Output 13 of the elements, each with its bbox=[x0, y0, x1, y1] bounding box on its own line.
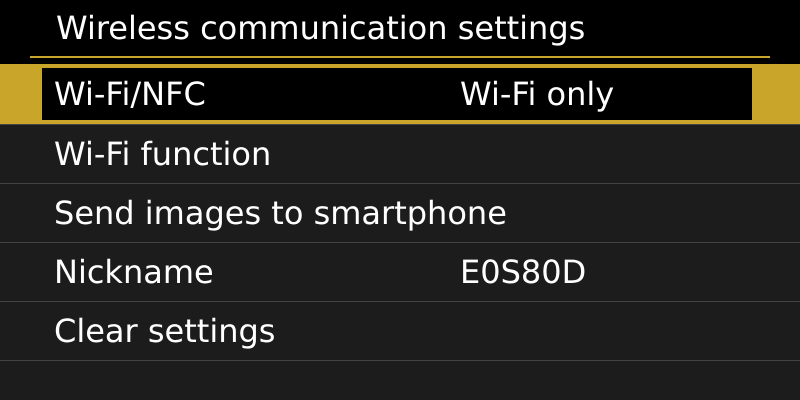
setting-label: Wi-Fi function bbox=[53, 134, 272, 175]
menu-row[interactable]: Send images to smartphone bbox=[0, 183, 800, 242]
screen-title: Wireless communication settings bbox=[55, 8, 586, 49]
setting-value: Wi-Fi only bbox=[460, 74, 614, 115]
menu-row[interactable]: Nickname E0S80D bbox=[0, 242, 800, 301]
setting-label: Clear settings bbox=[53, 311, 276, 352]
menu-row[interactable]: Clear settings bbox=[0, 301, 800, 360]
menu-row[interactable]: Wi-Fi function bbox=[0, 124, 800, 183]
setting-value: E0S80D bbox=[460, 252, 586, 293]
setting-label: Wi-Fi/NFC bbox=[53, 74, 207, 115]
setting-label: Send images to smartphone bbox=[53, 193, 507, 234]
setting-label: Nickname bbox=[53, 252, 215, 293]
menu-row[interactable]: Wi-Fi/NFC Wi-Fi only bbox=[0, 64, 800, 124]
